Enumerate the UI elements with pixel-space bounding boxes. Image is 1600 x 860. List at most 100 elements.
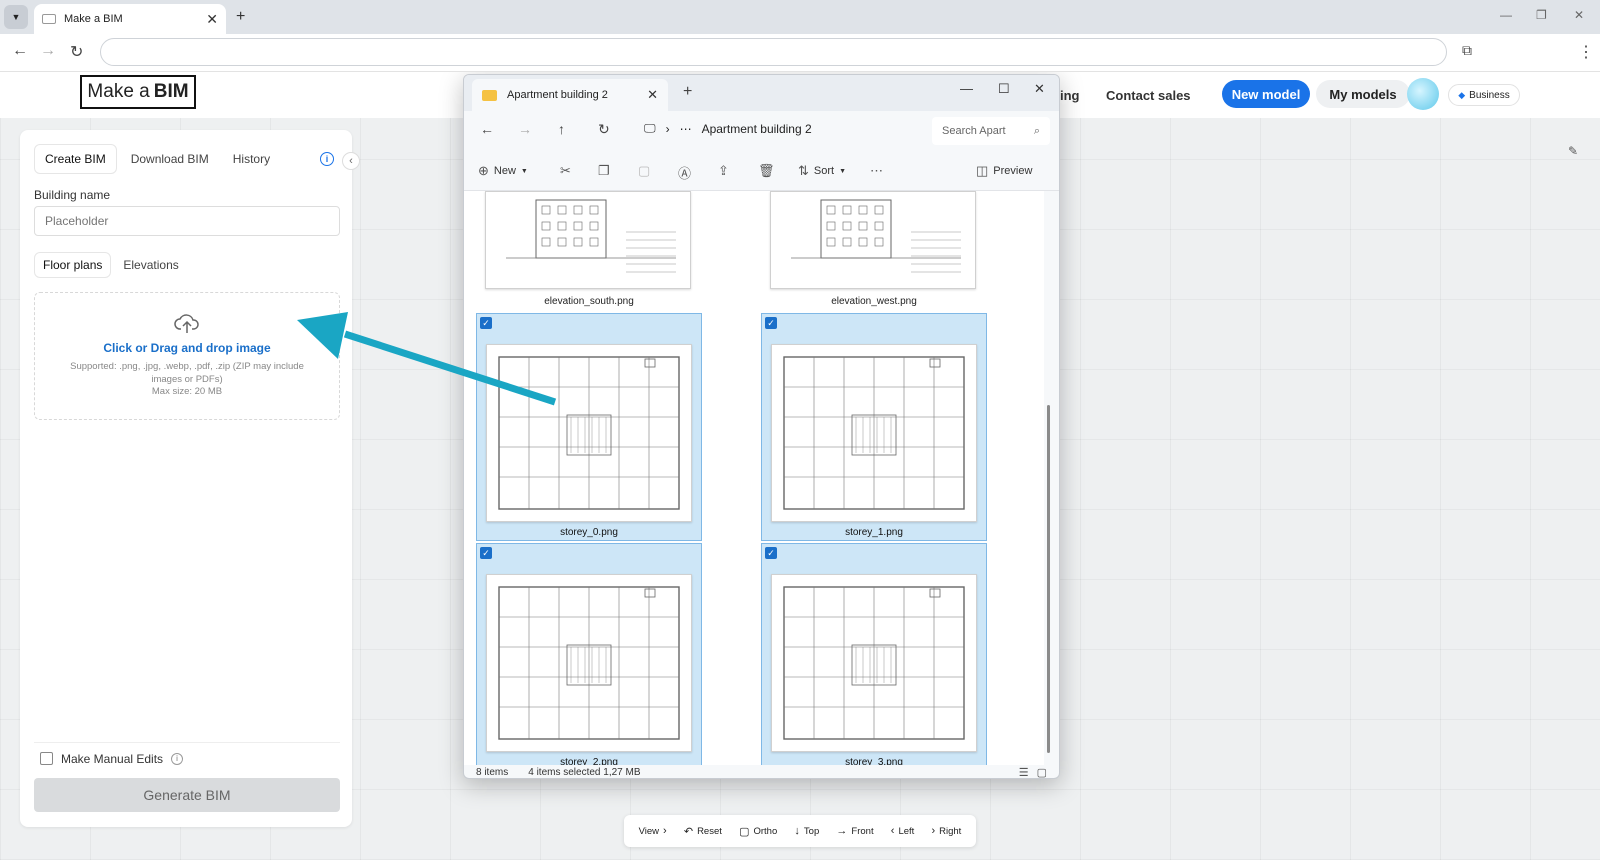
my-models-button[interactable]: My models [1316,80,1410,108]
checkbox-checked-icon[interactable]: ✓ [480,317,492,329]
explorer-view-toggles: ☰ ▢ [1019,766,1047,778]
more-options-button[interactable]: ⋯ [870,163,883,179]
chevron-down-icon: ▼ [11,12,21,22]
front-view-button[interactable]: → Front [836,825,873,837]
diamond-icon: ◆ [1458,89,1466,100]
back-icon[interactable]: ← [12,42,28,60]
file-thumbnail [486,574,692,752]
checkbox-checked-icon[interactable]: ✓ [480,547,492,559]
left-label: Left [898,825,915,837]
details-view-icon[interactable]: ☰ [1019,766,1029,778]
ortho-button[interactable]: ▢ Ortho [739,825,777,838]
forward-icon[interactable]: → [40,42,56,60]
browser-tab[interactable]: Make a BIM ✕ [34,4,226,34]
floor-plan-drawing [498,356,680,510]
tab-create-bim[interactable]: Create BIM [34,144,117,174]
explorer-forward-icon[interactable]: → [518,121,532,137]
checkbox-checked-icon[interactable]: ✓ [765,547,777,559]
tab-history[interactable]: History [223,144,280,174]
avatar[interactable] [1407,78,1439,110]
new-model-button[interactable]: New model [1222,80,1310,108]
breadcrumb-folder[interactable]: Apartment building 2 [702,122,812,136]
rename-button[interactable]: Ⓐ [678,163,691,182]
selection-info: 4 items selected 1,27 MB [528,767,641,778]
arrow-down-icon: ↓ [794,825,800,837]
paste-icon: ▢ [638,163,651,178]
minimize-icon[interactable]: — [1500,8,1512,22]
logo[interactable]: Make a BIM [80,75,196,109]
file-name: elevation_west.png [831,296,917,307]
explorer-command-bar: ⊕ New ▼ ✂ ❐ ▢ Ⓐ ⇪ 🗑 ⇅ Sort ▼ ⋯ ◫ Preview [464,151,1059,191]
share-button[interactable]: ⇪ [718,163,729,179]
restore-icon[interactable]: ❐ [1536,8,1547,22]
contact-sales-link[interactable]: Contact sales [1106,88,1191,103]
image-dropzone[interactable]: Click or Drag and drop image Supported: … [34,292,340,420]
file-tile-selected[interactable]: ✓ storey_3.png [761,543,987,765]
explorer-tab[interactable]: Apartment building 2 ✕ [472,79,668,111]
explorer-new-tab-button[interactable]: + [683,83,692,101]
paste-button[interactable]: ▢ [638,163,650,179]
reload-icon[interactable]: ↻ [70,42,83,62]
building-name-input[interactable] [34,206,340,236]
tab-floor-plans[interactable]: Floor plans [34,252,112,278]
dropzone-title[interactable]: Click or Drag and drop image [35,341,339,355]
explorer-close-icon[interactable]: ✕ [1034,81,1045,97]
close-window-icon[interactable]: ✕ [1574,8,1584,22]
view-menu-button[interactable]: View › [639,825,667,837]
trash-icon: 🗑 [758,163,775,178]
file-thumbnail [771,344,977,522]
file-tile[interactable]: elevation_south.png [476,191,702,307]
file-thumbnail [485,191,691,289]
close-tab-icon[interactable]: ✕ [206,11,218,28]
collapse-panel-button[interactable]: ‹ [342,152,360,170]
browser-tab-strip: ▼ Make a BIM ✕ + — ❐ ✕ [0,0,1600,34]
new-button[interactable]: ⊕ New ▼ [478,163,528,179]
explorer-up-icon[interactable]: ↑ [558,121,565,137]
file-tile-selected[interactable]: ✓ storey_1.png [761,313,987,541]
explorer-back-icon[interactable]: ← [480,121,494,137]
delete-button[interactable]: 🗑 [758,163,775,179]
explorer-scrollbar[interactable] [1047,405,1050,753]
new-tab-button[interactable]: + [236,8,245,26]
plus-circle-icon: ⊕ [478,163,489,178]
scissors-icon: ✂ [560,163,571,178]
explorer-address-row: ← → ↑ ↻ 🖵 › ⋯ Apartment building 2 Searc… [464,111,1059,151]
right-label: Right [939,825,962,837]
tiles-view-icon[interactable]: ▢ [1037,766,1047,778]
viewport-controls: View › ↶ Reset ▢ Ortho ↓ Top → Front ‹ Left › R… [624,815,976,847]
extensions-icon[interactable]: ⧉ [1462,42,1472,59]
file-tile-selected[interactable]: ✓ storey_0.png [476,313,702,541]
preview-button[interactable]: ◫ Preview [976,163,1032,179]
copy-button[interactable]: ❐ [598,163,610,179]
sort-button[interactable]: ⇅ Sort ▼ [798,163,846,179]
reset-button[interactable]: ↶ Reset [684,825,722,838]
explorer-search-input[interactable]: Search Apart ⌕ [932,117,1050,145]
checkbox-checked-icon[interactable]: ✓ [765,317,777,329]
manual-edits-row: Make Manual Edits i [34,742,340,774]
explorer-refresh-icon[interactable]: ↻ [598,121,610,138]
right-view-button[interactable]: › Right [931,825,961,837]
tab-download-bim[interactable]: Download BIM [121,144,219,174]
manual-edits-info-icon[interactable]: i [171,752,184,765]
explorer-breadcrumb[interactable]: 🖵 › ⋯ Apartment building 2 [644,121,812,136]
top-view-button[interactable]: ↓ Top [794,825,819,837]
left-view-button[interactable]: ‹ Left [891,825,915,837]
address-bar[interactable] [100,38,1447,66]
info-icon[interactable]: i [320,152,334,166]
notes-icon[interactable]: ✎ [1562,140,1584,162]
file-tile-selected[interactable]: ✓ storey_2.png [476,543,702,765]
file-thumbnail [771,574,977,752]
file-tile[interactable]: elevation_west.png [761,191,987,307]
manual-edits-label[interactable]: Make Manual Edits [61,752,163,766]
browser-menu-icon[interactable]: ⋮ [1578,42,1594,62]
tab-search-dropdown[interactable]: ▼ [4,5,28,29]
explorer-minimize-icon[interactable]: — [960,81,973,96]
generate-bim-button[interactable]: Generate BIM [34,778,340,812]
close-explorer-tab-icon[interactable]: ✕ [647,87,658,103]
cut-button[interactable]: ✂ [560,163,571,179]
business-badge[interactable]: ◆ Business [1448,84,1520,106]
explorer-maximize-icon[interactable]: ☐ [998,81,1010,97]
manual-edits-checkbox[interactable] [40,752,53,765]
tab-elevations[interactable]: Elevations [115,252,186,278]
pricing-link[interactable]: ing [1060,88,1080,103]
